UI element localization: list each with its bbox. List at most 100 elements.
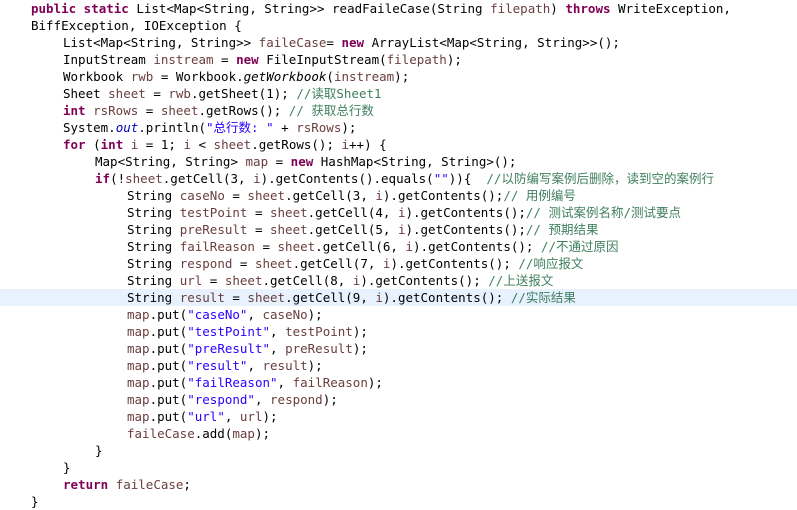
code-token: ).getContents(); [405,222,526,237]
code-line-content: map.put("result", result); [127,357,323,374]
code-line[interactable]: Map<String, String> map = new HashMap<St… [0,153,797,170]
code-line[interactable]: map.put("preResult", preResult); [0,340,797,357]
code-token: testPoint [179,205,248,220]
code-token: } [95,443,103,458]
code-token: .put( [149,375,188,390]
code-token: preResult [179,222,248,237]
code-line[interactable]: } [0,442,797,459]
code-token: .getCell(8, [262,273,353,288]
code-token: map [127,358,150,373]
code-token: new [236,52,259,67]
code-token: .getCell(5, [307,222,398,237]
code-line-content: return faileCase; [63,476,191,493]
code-line[interactable]: List<Map<String, String>> faileCase= new… [0,34,797,51]
code-token: filepath [490,1,551,16]
code-token: String [127,273,180,288]
code-token: map [232,426,255,441]
code-token: = [138,103,161,118]
code-token: = [268,154,291,169]
code-token: String [127,256,180,271]
code-token: = Workbook. [153,69,244,84]
code-line-content: int rsRows = sheet.getRows(); // 获取总行数 [63,102,374,119]
code-line[interactable]: return faileCase; [0,476,797,493]
code-token: //上送报文 [488,273,554,288]
code-token: = [232,256,255,271]
code-token: String [127,290,180,305]
code-line[interactable]: InputStream instream = new FileInputStre… [0,51,797,68]
code-token: ( [326,69,334,84]
code-line[interactable]: map.put("result", result); [0,357,797,374]
code-line[interactable]: faileCase.add(map); [0,425,797,442]
code-token: = [224,188,248,203]
code-token: "url" [187,409,225,424]
code-token: = [145,86,169,101]
code-token: ); [262,409,278,424]
code-token: ).getContents(); [382,290,511,305]
code-token: ; [183,477,191,492]
code-token: .getCell(3, [285,188,376,203]
code-line[interactable]: if(!sheet.getCell(3, i).getContents().eq… [0,170,797,187]
code-line[interactable]: String testPoint = sheet.getCell(4, i).g… [0,204,797,221]
code-token: map [127,409,150,424]
code-line[interactable]: BiffException, IOException { [0,17,797,34]
code-line[interactable]: String preResult = sheet.getCell(5, i).g… [0,221,797,238]
code-token: .getRows(); [198,103,289,118]
code-line-content: if(!sheet.getCell(3, i).getContents().eq… [95,170,714,187]
code-line[interactable]: int rsRows = sheet.getRows(); // 获取总行数 [0,102,797,119]
code-line[interactable]: map.put("respond", respond); [0,391,797,408]
code-token: "caseNo" [187,307,248,322]
code-token: , [254,392,271,407]
code-token: WriteException, [610,1,731,16]
code-token: map [127,392,150,407]
code-line[interactable]: Sheet sheet = rwb.getSheet(1); //读取Sheet… [0,85,797,102]
code-token: + [273,120,297,135]
code-line[interactable]: public static List<Map<String, String>> … [0,0,797,17]
code-token: map [245,154,269,169]
code-line[interactable]: String result = sheet.getCell(9, i).getC… [0,289,797,306]
code-line[interactable]: for (int i = 1; i < sheet.getRows(); i++… [0,136,797,153]
code-token: ).getContents().equals( [260,171,434,186]
code-line-content: Workbook rwb = Workbook.getWorkbook(inst… [63,68,409,85]
code-token: faileCase [258,35,327,50]
code-token: faileCase [127,426,195,441]
code-token: .getCell(6, [315,239,406,254]
code-line[interactable]: Workbook rwb = Workbook.getWorkbook(inst… [0,68,797,85]
code-line[interactable]: String failReason = sheet.getCell(6, i).… [0,238,797,255]
code-token: < [190,137,214,152]
code-token: sheet [254,256,293,271]
code-token: .getCell(9, [285,290,376,305]
code-token: String [127,188,180,203]
code-line[interactable]: } [0,459,797,476]
code-line[interactable]: System.out.println("总行数: " + rsRows); [0,119,797,136]
code-line[interactable]: map.put("caseNo", caseNo); [0,306,797,323]
code-line[interactable]: map.put("testPoint", testPoint); [0,323,797,340]
code-token: .getCell(4, [307,205,398,220]
code-line[interactable]: map.put("url", url); [0,408,797,425]
code-line-content: } [95,442,103,459]
code-token: respond [179,256,233,271]
code-token: // 用例编号 [503,188,576,203]
code-token: for [63,137,86,152]
code-editor[interactable]: public static List<Map<String, String>> … [0,0,797,509]
code-token: out [115,120,139,135]
code-token: "" [433,171,449,186]
code-line[interactable]: String respond = sheet.getCell(7, i).get… [0,255,797,272]
code-token: "failReason" [187,375,278,390]
code-line-content: String url = sheet.getCell(8, i).getCont… [127,272,553,289]
code-line[interactable]: String url = sheet.getCell(8, i).getCont… [0,272,797,289]
code-token: url [179,273,203,288]
code-token: Workbook [63,69,131,84]
code-line[interactable]: } [0,493,797,510]
code-token: sheet [247,290,286,305]
code-token: //实际结果 [510,290,576,305]
code-line[interactable]: String caseNo = sheet.getCell(3, i).getC… [0,187,797,204]
code-line-content: map.put("respond", respond); [127,391,338,408]
code-token: map [127,307,150,322]
code-token: sheet [213,137,252,152]
code-token: i [405,239,414,254]
code-token: = 1; [138,137,184,152]
code-line[interactable]: map.put("failReason", failReason); [0,374,797,391]
code-token: ); [367,375,383,390]
code-token: String [127,222,180,237]
